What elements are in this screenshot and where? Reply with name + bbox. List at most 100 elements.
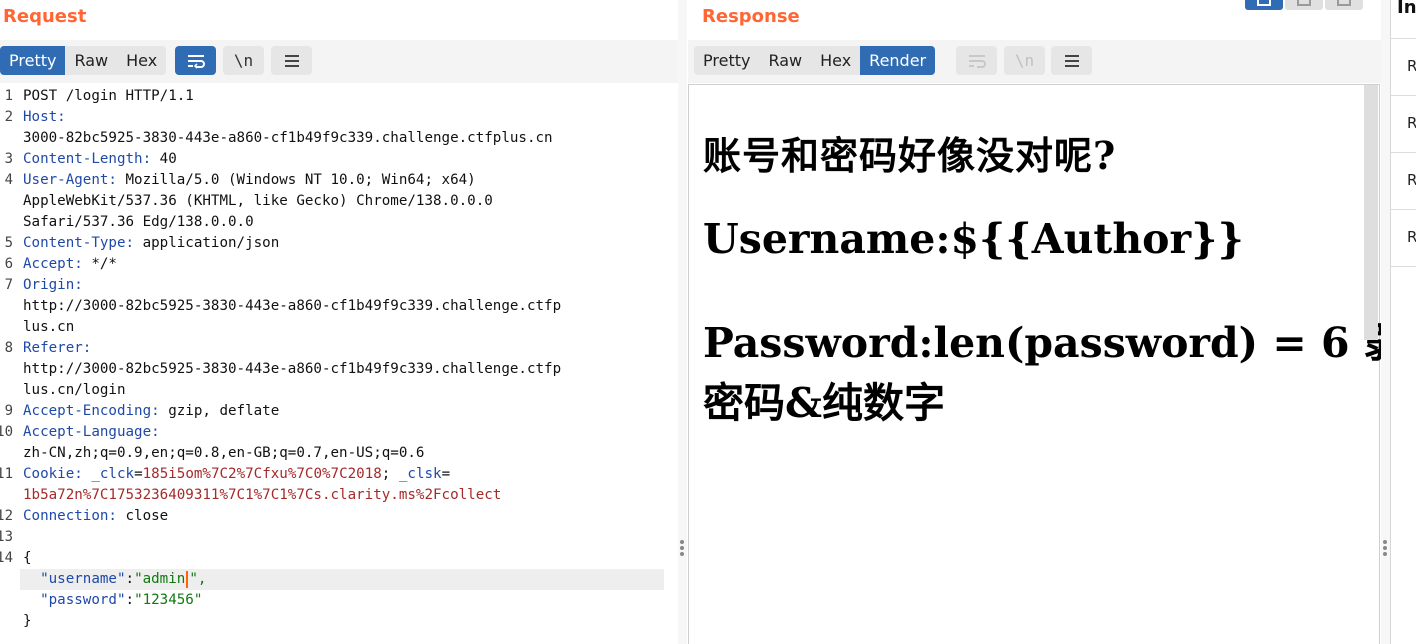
request-editor[interactable]: 1 2 3 4 5 6 7 8 9 10 11 12 13 14 POST /l… <box>0 85 666 644</box>
header-line: Connection: close <box>23 506 168 527</box>
wrap-lines-button[interactable] <box>956 46 997 75</box>
line-number: 7 <box>4 277 13 293</box>
layout-stacked-button[interactable] <box>1285 0 1323 10</box>
line-number: 8 <box>4 340 13 356</box>
columns-icon <box>1257 0 1271 6</box>
response-title: Response <box>702 6 800 27</box>
header-value: close <box>116 508 169 524</box>
layout-side-by-side-button[interactable] <box>1245 0 1283 10</box>
header-value: http://3000-82bc5925-3830-443e-a860-cf1b… <box>23 298 562 314</box>
newline-icon: \n <box>1014 51 1035 70</box>
json-open-brace: { <box>23 550 32 566</box>
layout-tabs-button[interactable] <box>1325 0 1363 10</box>
header-value: 3000-82bc5925-3830-443e-a860-cf1b49f9c33… <box>23 130 553 146</box>
header-line: Accept-Language: <box>23 422 160 443</box>
header-key: Accept-Language: <box>23 424 160 440</box>
show-newlines-button[interactable]: \n <box>223 46 264 75</box>
header-value: lus.cn/login <box>23 382 126 398</box>
json-string: "admin <box>134 571 186 587</box>
tab-hex[interactable]: Hex <box>117 46 166 75</box>
request-title: Request <box>3 6 87 27</box>
render-password-hint-cont: 密码&纯数字 <box>703 379 946 427</box>
header-line: Host: <box>23 107 66 128</box>
request-line: POST /login HTTP/1.1 <box>23 88 194 104</box>
header-value: http://3000-82bc5925-3830-443e-a860-cf1b… <box>23 361 562 377</box>
cookie-line: Cookie: _clck=185i5om%7C2%7Cfxu%7C0%7C20… <box>23 466 451 482</box>
line-number: 6 <box>4 256 13 272</box>
inspector-row[interactable]: R <box>1391 39 1416 96</box>
header-line: Accept: */* <box>23 254 117 275</box>
render-username-hint: Username:${{Author}} <box>703 215 1244 263</box>
header-key: Accept: <box>23 256 83 272</box>
header-value: zh-CN,zh;q=0.9,en;q=0.8,en-GB;q=0.7,en-U… <box>23 445 425 461</box>
request-menu-button[interactable] <box>271 46 312 75</box>
line-number: 14 <box>0 550 13 566</box>
pane-splitter[interactable] <box>1381 0 1390 644</box>
request-pane: Request Pretty Raw Hex \n 1 2 3 4 5 6 7 … <box>0 0 678 644</box>
header-line: Content-Type: application/json <box>23 233 279 254</box>
header-key: Referer: <box>23 340 92 356</box>
inspector-row[interactable]: R <box>1391 210 1416 267</box>
render-password-hint: Password:len(password) = 6 弱 <box>703 319 1405 367</box>
cookie-value: 185i5om%7C2%7Cfxu%7C0%7C2018 <box>142 466 382 482</box>
cookie-line: 1b5a72n%7C1753236409311%7C1%7C1%7Cs.clar… <box>23 485 501 506</box>
header-value: application/json <box>134 235 280 251</box>
wrap-lines-icon <box>187 54 205 69</box>
show-newlines-button[interactable]: \n <box>1004 46 1045 75</box>
header-line: Accept-Encoding: gzip, deflate <box>23 401 279 422</box>
header-value: AppleWebKit/537.36 (KHTML, like Gecko) C… <box>23 193 493 209</box>
header-key: Host: <box>23 109 66 125</box>
header-line: User-Agent: Mozilla/5.0 (Windows NT 10.0… <box>23 170 476 191</box>
inspector-pane: In R R R R <box>1390 0 1416 644</box>
inspector-title: In <box>1397 0 1416 18</box>
header-value: Safari/537.36 Edg/138.0.0.0 <box>23 214 254 230</box>
inspector-row-label: R <box>1407 171 1416 189</box>
cookie-value: 1b5a72n%7C1753236409311%7C1%7C1%7Cs.clar… <box>23 487 502 503</box>
json-string: "123456" <box>134 592 203 608</box>
header-key: Content-Type: <box>23 235 135 251</box>
tab-raw[interactable]: Raw <box>759 46 811 75</box>
header-key: Cookie: <box>23 466 83 482</box>
tab-pretty[interactable]: Pretty <box>694 46 759 75</box>
header-line: Content-Length: 40 <box>23 149 177 170</box>
line-number: 11 <box>0 466 13 482</box>
response-pane: Response Pretty Raw Hex Render \n 账号和密码好… <box>688 0 1405 644</box>
tab-raw[interactable]: Raw <box>65 46 117 75</box>
header-value: */* <box>82 256 117 272</box>
header-value: lus.cn <box>23 319 75 335</box>
json-key: "password" <box>40 592 126 608</box>
inspector-row-label: R <box>1407 114 1416 132</box>
cookie-name: _clck <box>91 466 135 482</box>
line-number: 9 <box>4 403 13 419</box>
response-menu-button[interactable] <box>1051 46 1092 75</box>
inspector-row[interactable]: R <box>1391 96 1416 153</box>
vertical-scrollbar[interactable] <box>1364 85 1378 340</box>
header-value: 40 <box>151 151 177 167</box>
inspector-row[interactable]: R <box>1391 153 1416 210</box>
tab-pretty[interactable]: Pretty <box>0 46 66 75</box>
header-key: Origin: <box>23 277 83 293</box>
line-number: 13 <box>0 529 13 545</box>
json-line-password: "password":"123456" <box>40 592 203 608</box>
rows-icon <box>1297 0 1311 6</box>
header-line: Referer: <box>23 338 91 359</box>
line-number: 2 <box>4 109 13 125</box>
response-render-view[interactable]: 账号和密码好像没对呢? Username:${{Author}} Passwor… <box>688 84 1405 644</box>
tab-render[interactable]: Render <box>860 46 936 75</box>
menu-icon <box>284 54 299 67</box>
newline-icon: \n <box>233 51 254 70</box>
pane-splitter[interactable] <box>678 0 687 644</box>
line-number: 4 <box>4 172 13 188</box>
drag-handle-icon <box>680 540 685 559</box>
header-key: Accept-Encoding: <box>23 403 160 419</box>
inspector-row-label: R <box>1407 57 1416 75</box>
json-string: ", <box>189 571 207 587</box>
json-line-username: "username":"admin ", <box>40 570 207 588</box>
header-value: gzip, deflate <box>159 403 280 419</box>
tab-hex[interactable]: Hex <box>811 46 860 75</box>
layout-toggle <box>1245 0 1365 10</box>
header-value: Mozilla/5.0 (Windows NT 10.0; Win64; x64… <box>116 172 476 188</box>
header-key: Content-Length: <box>23 151 152 167</box>
header-key: Connection: <box>23 508 117 524</box>
wrap-lines-button[interactable] <box>175 46 216 75</box>
